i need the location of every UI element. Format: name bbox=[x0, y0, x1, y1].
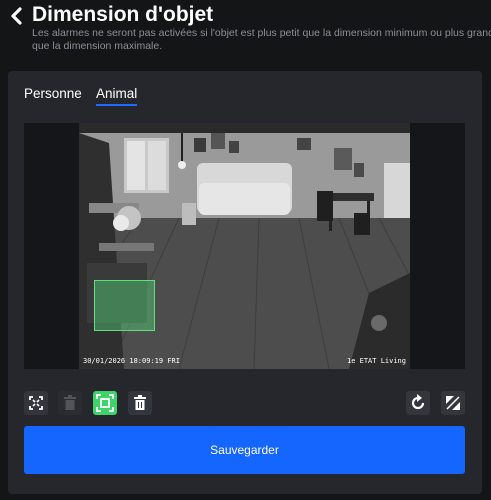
max-size-button[interactable] bbox=[93, 391, 117, 415]
save-button[interactable]: Sauvegarder bbox=[24, 426, 465, 474]
active-tab-indicator bbox=[96, 104, 137, 106]
back-button[interactable] bbox=[6, 6, 26, 26]
fit-screen-button[interactable] bbox=[24, 391, 48, 415]
video-preview: 30/01/2026 18:09:19 FRI 1e ETAT Living bbox=[24, 123, 465, 369]
settings-panel: Personne Animal 30/01/2026 18:09:19 FRI … bbox=[8, 71, 482, 494]
resize-button[interactable] bbox=[441, 391, 465, 415]
expand-icon bbox=[96, 394, 114, 412]
fit-screen-icon bbox=[29, 396, 43, 410]
resize-icon bbox=[446, 396, 460, 410]
page-title: Dimension d'objet bbox=[32, 3, 214, 26]
tab-personne[interactable]: Personne bbox=[24, 86, 82, 101]
delete-min-button[interactable] bbox=[58, 391, 82, 415]
chevron-left-icon bbox=[11, 7, 22, 25]
reset-icon bbox=[411, 394, 425, 410]
delete-max-button[interactable] bbox=[128, 391, 152, 415]
page-subtitle: Les alarmes ne seront pas activées si l'… bbox=[32, 27, 491, 52]
trash-icon bbox=[64, 395, 76, 410]
camera-feed-image: 30/01/2026 18:09:19 FRI 1e ETAT Living bbox=[79, 123, 410, 369]
reset-button[interactable] bbox=[406, 391, 430, 415]
trash-icon bbox=[134, 395, 146, 410]
detection-size-box[interactable] bbox=[94, 280, 155, 331]
tab-animal[interactable]: Animal bbox=[96, 86, 137, 101]
video-timestamp: 30/01/2026 18:09:19 FRI bbox=[83, 357, 180, 365]
page-header: Dimension d'objet Les alarmes ne seront … bbox=[0, 0, 491, 60]
room-scene bbox=[79, 123, 410, 369]
camera-name-label: 1e ETAT Living bbox=[346, 357, 406, 365]
